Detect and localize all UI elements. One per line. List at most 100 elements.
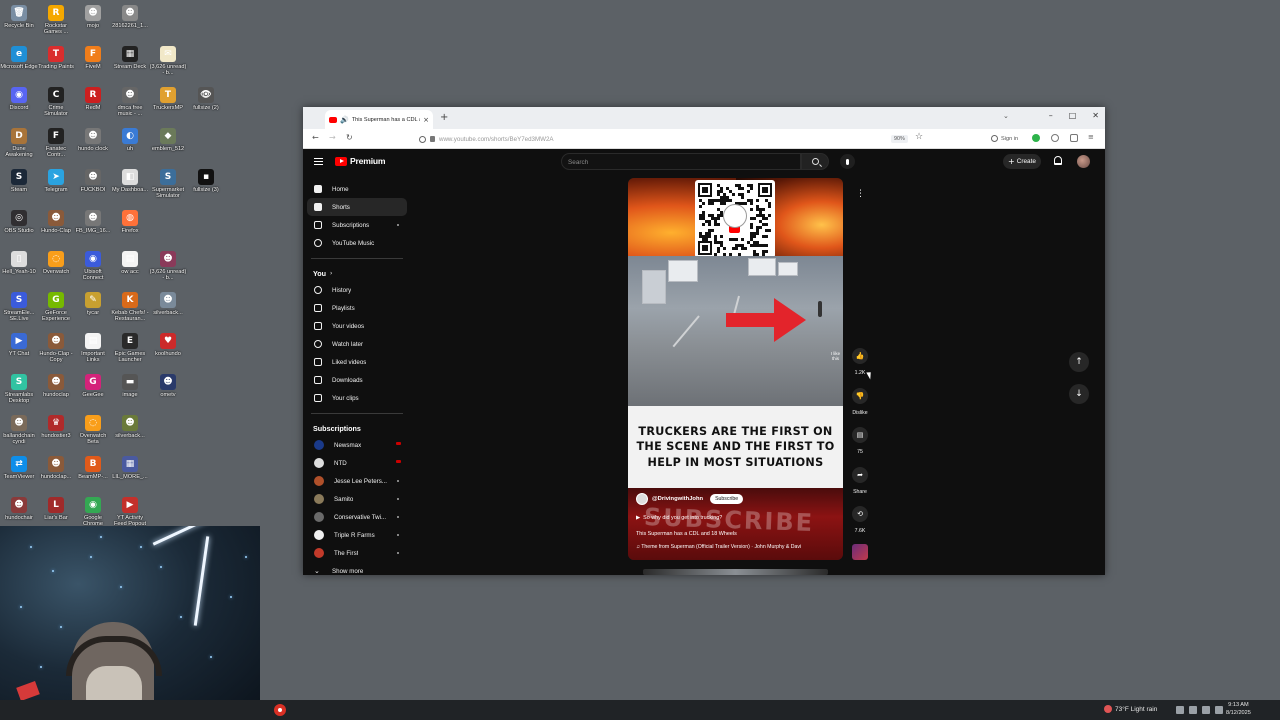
address-bar[interactable]: www.youtube.com/shorts/BeY7ed3MW2A [419, 132, 929, 146]
desktop-icon[interactable]: T TruckersMP [149, 84, 187, 111]
desktop-icon[interactable]: ◐ uh [111, 125, 149, 152]
comments-button[interactable]: ▤ [852, 427, 868, 443]
desktop-icon[interactable]: S Supermarket Simulator [149, 166, 187, 200]
speaker-icon[interactable]: 🔊 [340, 116, 349, 124]
next-short-preview[interactable] [643, 569, 828, 575]
desktop-icon[interactable]: S Streamlabs Desktop [0, 371, 38, 405]
sign-in-button[interactable]: Sign in [991, 135, 1018, 142]
extension-icon[interactable] [1051, 134, 1059, 142]
desktop-icon[interactable]: ☻ dmca free music - ... [111, 84, 149, 118]
sidebar-item-liked-videos[interactable]: Liked videos [307, 353, 407, 371]
volume-icon[interactable] [1202, 706, 1210, 714]
desktop-icon[interactable]: ▤ ow acc [111, 248, 149, 275]
sidebar-item-the-first[interactable]: The First [307, 544, 407, 562]
desktop-icon[interactable]: T Trading Paints [37, 43, 75, 70]
notifications-bell-icon[interactable] [1054, 156, 1062, 165]
desktop-icon[interactable]: ☻ Hundo-Clap - Copy [37, 330, 75, 364]
create-button[interactable]: + Create [1003, 154, 1041, 169]
voice-search-button[interactable] [840, 154, 855, 169]
desktop-icon[interactable]: R Rockstar Games ... [37, 2, 75, 36]
extension-icon[interactable] [1032, 134, 1040, 142]
desktop-icon[interactable]: ◉ Ubisoft Connect [74, 248, 112, 282]
network-icon[interactable] [1189, 706, 1197, 714]
desktop-icon[interactable]: ☻ hundo clock [74, 125, 112, 152]
desktop-icon[interactable]: ☻ FUCKBOI [74, 166, 112, 193]
desktop-icon[interactable]: B BeamMP-... [74, 453, 112, 480]
taskbar-clock[interactable]: 9:13 AM 8/12/2025 [1226, 702, 1251, 717]
new-tab-icon[interactable]: + [440, 112, 448, 123]
desktop-icon[interactable]: ☻ hundoclap [37, 371, 75, 398]
forward-icon[interactable]: → [329, 133, 336, 142]
desktop-icon[interactable]: ▦ Stream Deck [111, 43, 149, 70]
desktop-icon[interactable]: ◍ Firefox [111, 207, 149, 234]
url-text[interactable]: www.youtube.com/shorts/BeY7ed3MW2A [439, 136, 554, 143]
desktop-icon[interactable]: ▶ YT Activity Feed Popout [111, 494, 149, 528]
sidebar-item-youtube-music[interactable]: YouTube Music [307, 234, 407, 252]
sidebar-item-playlists[interactable]: Playlists [307, 299, 407, 317]
short-title[interactable]: This Superman has a CDL and 18 Wheels [636, 531, 737, 537]
sidebar-item-your-clips[interactable]: Your clips [307, 389, 407, 407]
desktop-icon[interactable]: K Kebab Chefs! - Restauran... [111, 289, 149, 323]
zoom-level[interactable]: 90% [891, 135, 908, 143]
desktop-icon[interactable]: D Dune Awakening [0, 125, 38, 159]
sidebar-item-samito[interactable]: Samito [307, 490, 407, 508]
desktop-icon[interactable]: ✎ tycar [74, 289, 112, 316]
sidebar-item-watch-later[interactable]: Watch later [307, 335, 407, 353]
site-info-icon[interactable] [419, 135, 426, 143]
like-button[interactable]: 👍 [852, 348, 868, 364]
desktop-icon[interactable]: R RedM [74, 84, 112, 111]
playlist-line[interactable]: ▶ So why did you get into trucking? [636, 515, 722, 521]
desktop-icon[interactable]: S Steam [0, 166, 38, 193]
desktop-icon[interactable]: G GeeGee [74, 371, 112, 398]
search-box[interactable] [561, 153, 801, 170]
browser-tab[interactable]: 🔊 This Superman has a CDL a × [325, 110, 433, 129]
desktop-icon[interactable]: ☻ hundoclap... [37, 453, 75, 480]
desktop-icon[interactable]: E Epic Games Launcher [111, 330, 149, 364]
desktop-icon[interactable]: ☻ FB_IMG_16... [74, 207, 112, 234]
shorts-player[interactable]: I like this TRUCKERS ARE THE FIRST ON TH… [628, 178, 843, 560]
extensions-puzzle-icon[interactable] [1070, 134, 1078, 142]
desktop-icon[interactable]: ◆ emblem_512 [149, 125, 187, 152]
maximize-icon[interactable]: □ [1069, 111, 1077, 120]
previous-short-button[interactable]: ↑ [1069, 352, 1089, 372]
desktop-icon[interactable]: ➤ Telegram [37, 166, 75, 193]
sidebar-item-history[interactable]: History [307, 281, 407, 299]
music-line[interactable]: ♫ Theme from Superman (Official Trailer … [636, 544, 801, 550]
channel-avatar[interactable] [636, 493, 648, 505]
desktop-icon[interactable]: ☻ 28162261_1... [111, 2, 149, 29]
desktop-icon[interactable]: G GeForce Experience [37, 289, 75, 323]
account-avatar[interactable] [1077, 155, 1090, 168]
more-options-icon[interactable]: ⋮ [856, 189, 865, 199]
desktop-icon[interactable]: ♛ hundostier3 [37, 412, 75, 439]
desktop-icon[interactable]: ☻ silverback... [111, 412, 149, 439]
sidebar-item-ntd[interactable]: NTD [307, 454, 407, 472]
close-tab-icon[interactable]: × [423, 116, 429, 124]
chevron-down-icon[interactable]: ⌄ [1003, 112, 1009, 120]
desktop-icon[interactable]: ☻ mojo [74, 2, 112, 29]
desktop-icon[interactable]: ♥ koolhundo [149, 330, 187, 357]
sidebar-item-conservative-twi-[interactable]: Conservative Twi... [307, 508, 407, 526]
reload-icon[interactable]: ↻ [346, 133, 353, 142]
desktop-icon[interactable]: F FiveM [74, 43, 112, 70]
remix-button[interactable]: ⟲ [852, 506, 868, 522]
youtube-premium-logo[interactable]: Premium [335, 156, 386, 166]
sidebar-item-jesse-lee-peters-[interactable]: Jesse Lee Peters... [307, 472, 407, 490]
desktop-icon[interactable]: ◌ Overwatch [37, 248, 75, 275]
desktop-icon[interactable]: ◉ Google Chrome [74, 494, 112, 528]
desktop-icon[interactable]: ▯ Hell_Yeah-10 [0, 248, 38, 275]
sidebar-you-header[interactable]: You › [307, 265, 407, 281]
show-more-button[interactable]: ⌄ Show more [307, 562, 407, 575]
search-input[interactable] [568, 156, 788, 168]
desktop-icon[interactable]: 👁 fullsize (2) [187, 84, 225, 111]
channel-name[interactable]: @DrivingwithJohn [652, 496, 703, 502]
desktop-icon[interactable]: ✉ (3,626 unread) - b... [149, 43, 187, 77]
desktop-icon[interactable]: ◧ My Dashboa... [111, 166, 149, 193]
desktop-icon[interactable]: F Fanatec Contr... [37, 125, 75, 159]
desktop-icon[interactable]: ◉ Discord [0, 84, 38, 111]
desktop-icon[interactable]: ⇄ TeamViewer [0, 453, 38, 480]
battery-icon[interactable] [1215, 706, 1223, 714]
desktop-icon[interactable]: ▦ LIL_MORE_... [111, 453, 149, 480]
share-button[interactable]: ➦ [852, 467, 868, 483]
desktop-icon[interactable]: C Crime Simulator [37, 84, 75, 118]
desktop-icon[interactable]: ☻ ometv [149, 371, 187, 398]
